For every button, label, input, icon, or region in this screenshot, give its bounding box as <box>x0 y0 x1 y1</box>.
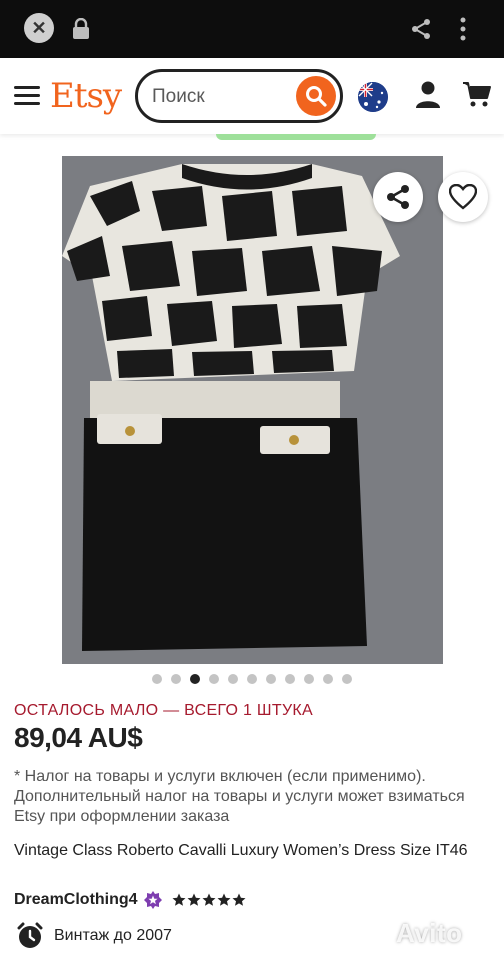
clock-icon <box>17 922 43 948</box>
price: 89,04 AU$ <box>14 722 143 753</box>
pagination-dot[interactable] <box>228 674 238 684</box>
shopping-cart-icon[interactable] <box>462 80 492 108</box>
pagination-dot[interactable] <box>171 674 181 684</box>
site-header: Etsy <box>0 58 504 134</box>
share-icon <box>387 185 409 209</box>
tax-note: * Налог на товары и услуги включен (если… <box>14 768 465 825</box>
vintage-label: Винтаж до 2007 <box>54 927 172 944</box>
search-bar[interactable] <box>135 69 343 123</box>
search-icon <box>306 86 327 107</box>
pagination-dot[interactable] <box>209 674 219 684</box>
browser-toolbar: ✕ <box>0 0 504 58</box>
star-icon <box>187 893 201 906</box>
lock-icon <box>73 18 89 39</box>
shop-info: DreamClothing4 <box>14 888 246 912</box>
kebab-menu-icon[interactable] <box>456 16 470 42</box>
product-image[interactable] <box>62 156 443 664</box>
pagination-dot[interactable] <box>304 674 314 684</box>
user-account-icon[interactable] <box>414 80 442 110</box>
search-button[interactable] <box>296 76 336 116</box>
pagination-dot[interactable] <box>285 674 295 684</box>
search-input[interactable] <box>152 84 282 110</box>
avito-watermark: Avito <box>396 918 463 948</box>
star-icon <box>172 893 186 906</box>
vintage-info: Винтаж до 2007 <box>16 922 172 950</box>
dress-photo <box>62 156 443 664</box>
rating-stars[interactable] <box>172 893 246 907</box>
listing-title: Vintage Class Roberto Cavalli Luxury Wom… <box>14 842 468 859</box>
star-seller-badge-icon <box>143 891 162 909</box>
pagination-dot[interactable] <box>266 674 276 684</box>
share-icon[interactable] <box>410 18 432 40</box>
pagination-dot[interactable] <box>190 674 200 684</box>
stock-warning: ОСТАЛОСЬ МАЛО — ВСЕГО 1 ШТУКА <box>14 702 314 719</box>
australia-flag-icon[interactable] <box>358 82 388 112</box>
pagination-dot[interactable] <box>247 674 257 684</box>
etsy-logo[interactable]: Etsy <box>50 76 122 116</box>
star-icon <box>232 893 246 906</box>
shop-name-link[interactable]: DreamClothing4 <box>14 891 138 909</box>
image-pagination <box>0 674 504 688</box>
favorite-button[interactable] <box>438 172 488 222</box>
pagination-dot[interactable] <box>323 674 333 684</box>
close-icon[interactable]: ✕ <box>24 13 54 43</box>
promo-banner <box>216 134 376 140</box>
pagination-dot[interactable] <box>342 674 352 684</box>
star-icon <box>202 893 216 906</box>
share-listing-button[interactable] <box>373 172 423 222</box>
hamburger-menu-icon[interactable] <box>14 86 40 106</box>
pagination-dot[interactable] <box>152 674 162 684</box>
heart-icon <box>449 184 477 210</box>
star-icon <box>217 893 231 906</box>
